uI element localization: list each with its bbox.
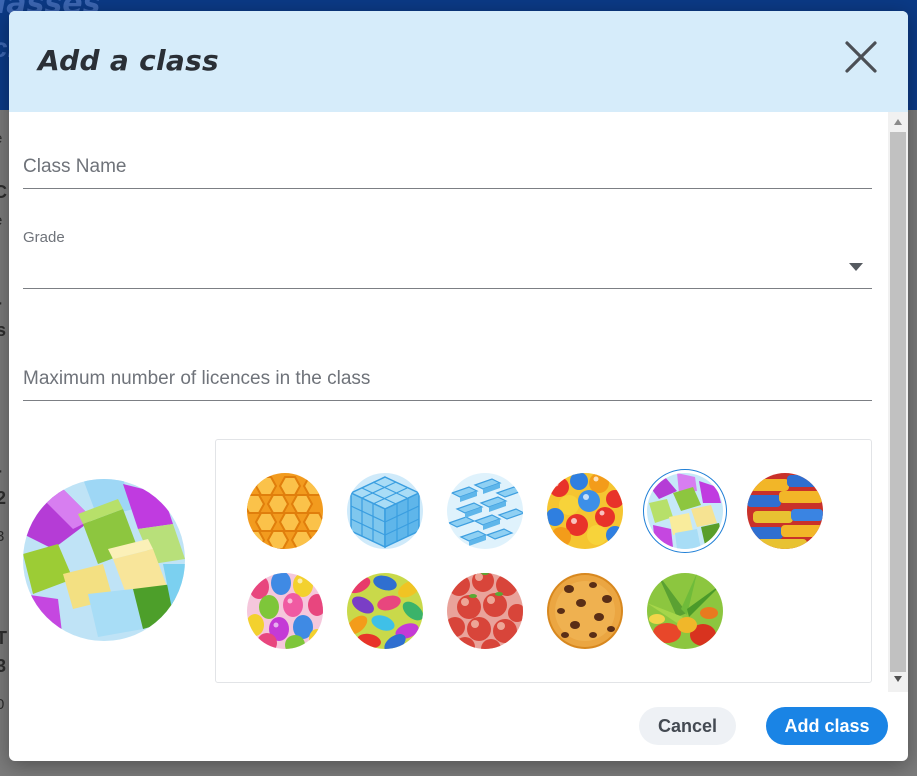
scroll-up-arrow-icon[interactable] [893, 118, 903, 126]
background-text: e [0, 130, 2, 147]
scrollbar-thumb[interactable] [890, 132, 906, 672]
add-class-button[interactable]: Add class [766, 707, 888, 745]
class-name-input[interactable] [23, 146, 872, 190]
avatar-option-apples[interactable] [447, 573, 523, 649]
background-text: 3 [0, 528, 5, 545]
avatar-option-jelly-beans[interactable] [347, 573, 423, 649]
background-text: - [0, 292, 2, 313]
avatar-option-cubes[interactable] [647, 473, 723, 549]
max-licences-placeholder: Maximum number of licences in the class [23, 368, 371, 389]
dialog-body: Class Name Grade Maximum number of licen… [9, 112, 908, 692]
avatar-option-balloons[interactable] [247, 573, 323, 649]
add-class-dialog: Add a class Class Name Grade Maximum num… [9, 11, 908, 761]
background-text: - [0, 460, 2, 481]
background-text: s [0, 320, 7, 340]
background-text: e [0, 212, 2, 229]
background-text: 3 [0, 656, 7, 676]
avatar-option-ice-blocks[interactable] [447, 473, 523, 549]
dialog-header: Add a class [9, 11, 908, 112]
background-text: 2 [0, 488, 7, 508]
grade-label: Grade [23, 229, 65, 246]
dialog-title: Add a class [38, 44, 220, 77]
background-text: T [0, 628, 7, 648]
close-button[interactable] [842, 38, 880, 76]
background-text: C [0, 182, 7, 202]
max-licences-underline [23, 400, 872, 401]
grade-select[interactable] [23, 246, 872, 290]
class-name-underline [23, 188, 872, 189]
scroll-down-arrow-icon[interactable] [893, 675, 903, 683]
background-text: I [0, 360, 1, 381]
class-name-placeholder: Class Name [23, 156, 127, 177]
avatar-option-honeycomb[interactable] [247, 473, 323, 549]
background-text: 0 [0, 696, 5, 713]
selected-avatar-preview [23, 479, 185, 641]
cancel-button[interactable]: Cancel [639, 707, 736, 745]
avatar-option-vegetables[interactable] [647, 573, 723, 649]
close-icon [845, 41, 877, 73]
avatar-option-blue-cube-grid[interactable] [347, 473, 423, 549]
avatar-option-coins[interactable] [747, 473, 823, 549]
chevron-down-icon [849, 263, 863, 271]
avatar-option-cookie[interactable] [547, 573, 623, 649]
avatar-picker [215, 439, 872, 683]
grade-underline [23, 288, 872, 289]
avatar-option-gumballs[interactable] [547, 473, 623, 549]
